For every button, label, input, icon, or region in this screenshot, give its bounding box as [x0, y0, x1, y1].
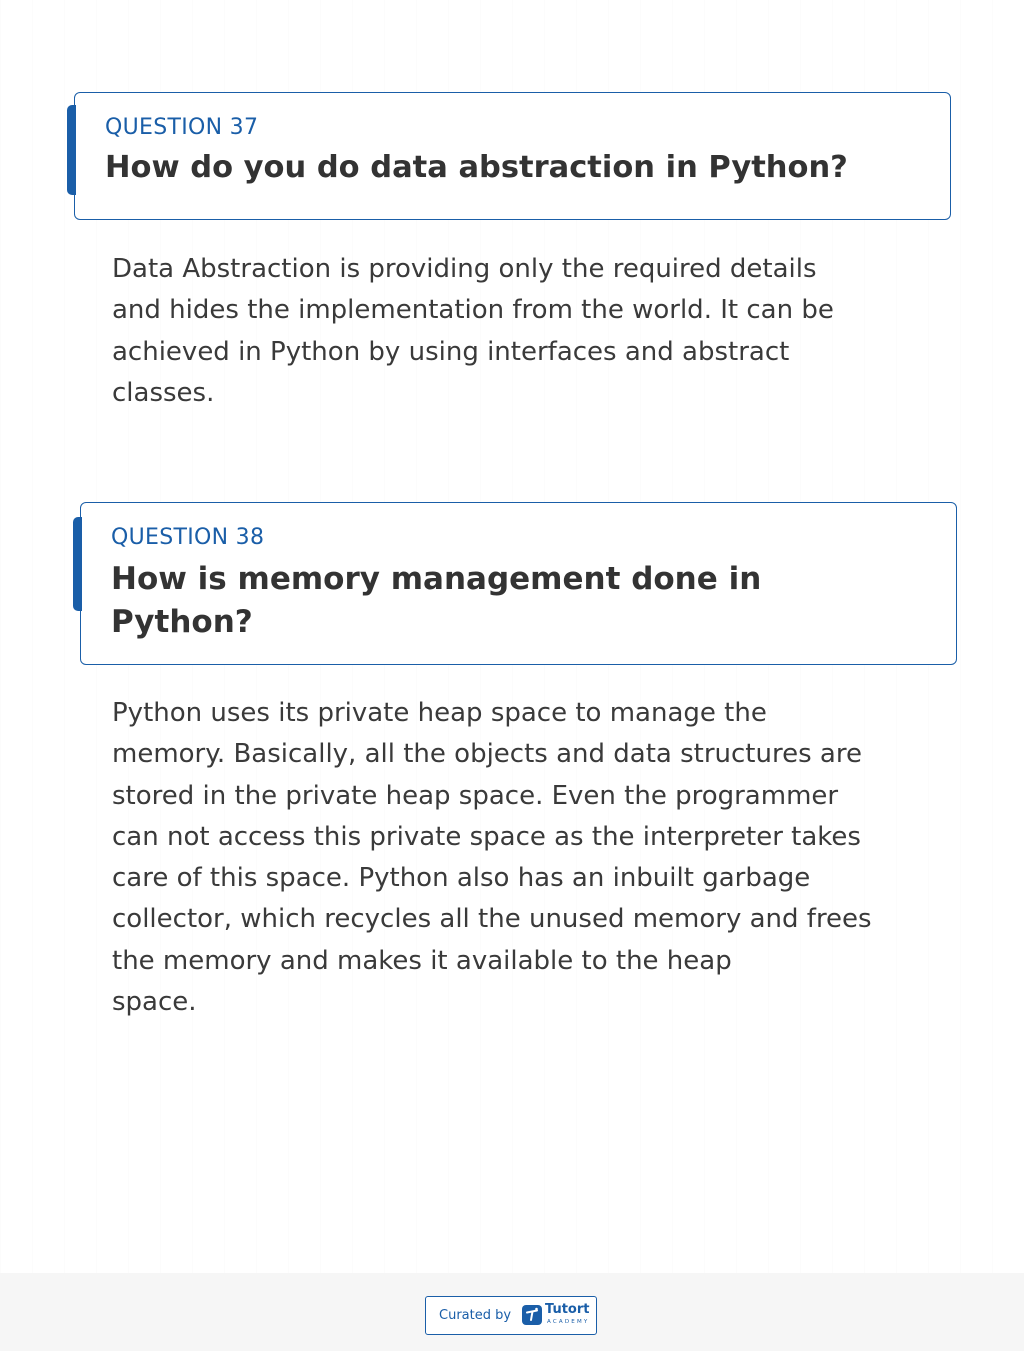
question-title-line: Python? — [111, 604, 253, 640]
curated-label: Curated by — [439, 1308, 512, 1323]
curated-by-badge[interactable]: Curated by Tutort ACADEMY — [425, 1296, 597, 1335]
question-title-line: How is memory management done in — [111, 561, 762, 597]
answer-text-37: Data Abstraction is providing only the r… — [112, 249, 834, 414]
question-number: QUESTION 37 — [105, 115, 259, 140]
answer-line: Data Abstraction is providing only the r… — [112, 254, 817, 284]
card-accent-bar — [67, 105, 76, 195]
answer-text-38: Python uses its private heap space to ma… — [112, 693, 872, 1023]
answer-line: care of this space. Python also has an i… — [112, 863, 811, 894]
answer-line: can not access this private space as the… — [112, 821, 861, 852]
brand-subtitle: ACADEMY — [547, 1319, 590, 1325]
question-title-line: How do you do data abstraction in Python… — [105, 150, 848, 185]
tutort-logo-icon — [522, 1305, 542, 1325]
page-footer: Curated by Tutort ACADEMY — [0, 1273, 1024, 1351]
question-number: QUESTION 38 — [111, 525, 265, 550]
question-title: How is memory management done in Python? — [111, 558, 936, 644]
question-title: How do you do data abstraction in Python… — [105, 146, 930, 189]
brand-name: Tutort — [545, 1302, 590, 1317]
question-card-38: QUESTION 38 How is memory management don… — [73, 502, 957, 665]
answer-line: memory. Basically, all the objects and d… — [112, 739, 862, 770]
answer-line: and hides the implementation from the wo… — [112, 295, 834, 326]
answer-line: achieved in Python by using interfaces a… — [112, 336, 790, 367]
answer-line: stored in the private heap space. Even t… — [112, 780, 839, 811]
answer-line: space. — [112, 987, 197, 1018]
answer-line: classes. — [112, 377, 215, 408]
card-accent-bar — [73, 517, 82, 611]
question-card-37: QUESTION 37 How do you do data abstracti… — [67, 92, 951, 220]
answer-line: the memory and makes it available to the… — [112, 945, 732, 976]
answer-line: collector, which recycles all the unused… — [112, 904, 872, 935]
answer-line: Python uses its private heap space to ma… — [112, 698, 767, 728]
